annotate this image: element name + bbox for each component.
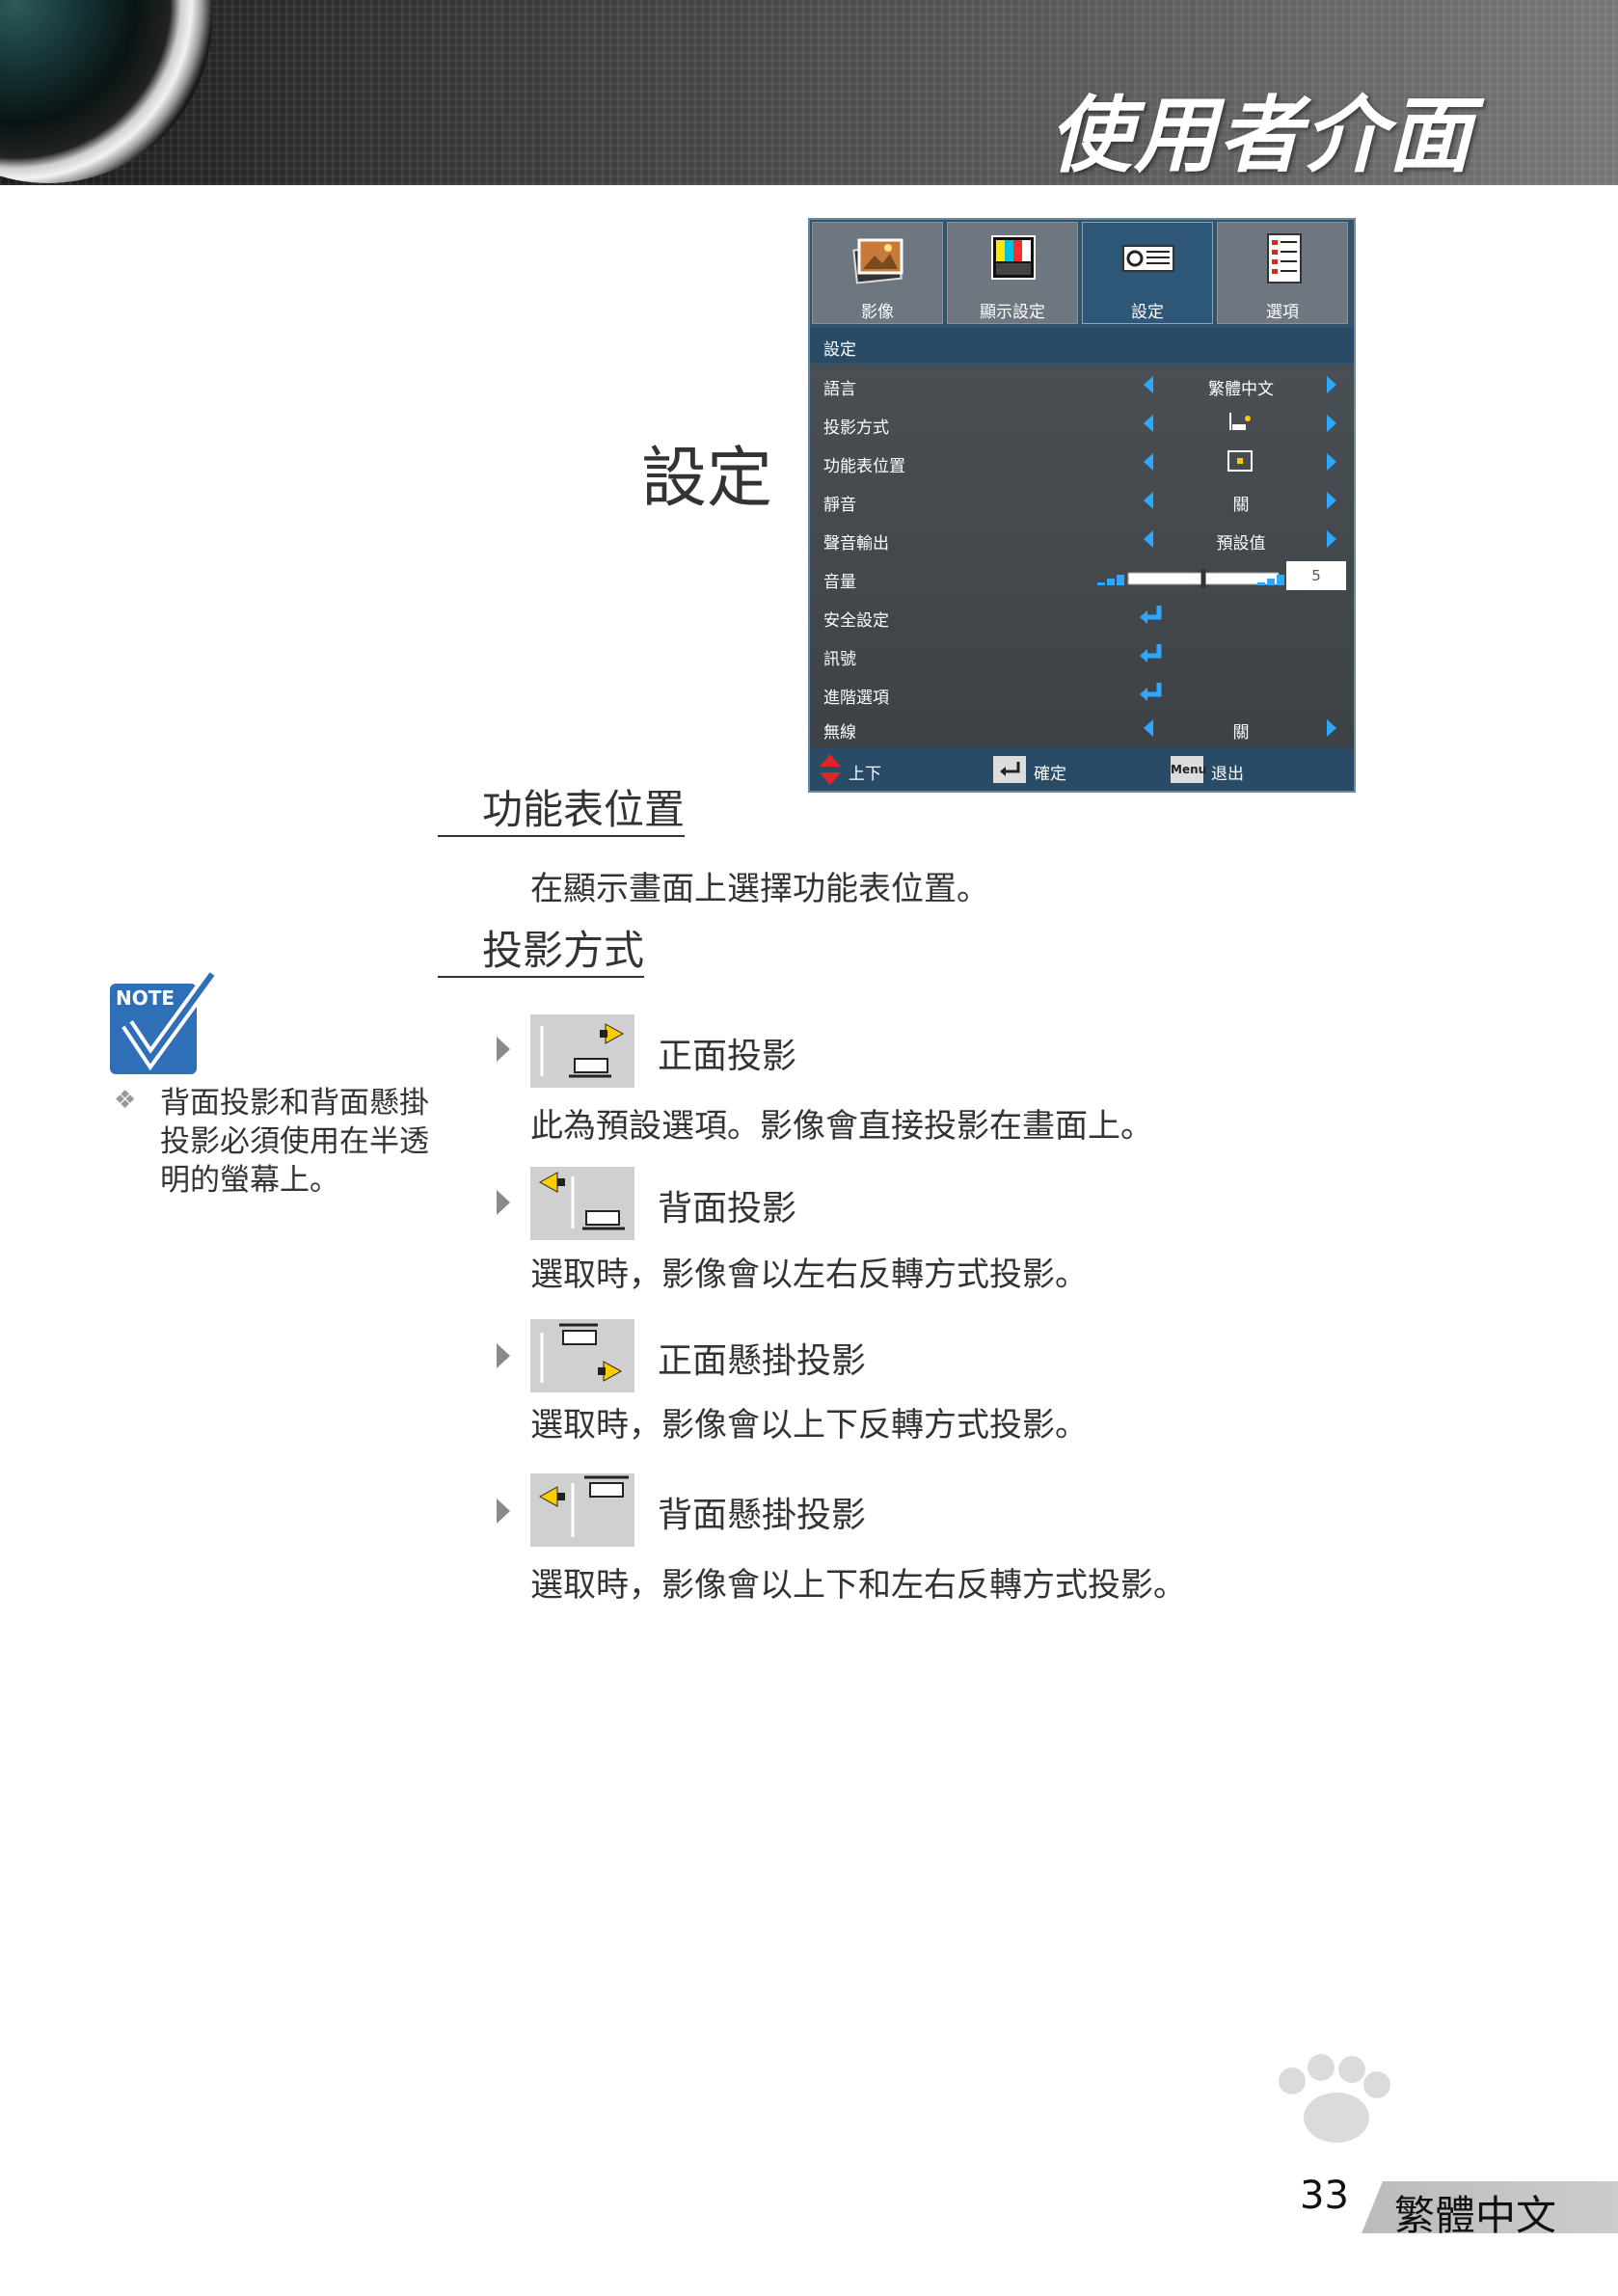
right-arrow-icon[interactable] [1327,453,1336,471]
tab-label: 設定 [1131,303,1164,322]
osd-row-projection[interactable]: 投影方式 [810,405,1354,442]
option-bullet-icon [497,1343,510,1368]
osd-tab-bar: 影像 顯示設定 設定 選項 [810,220,1354,326]
enter-icon[interactable] [1138,681,1165,706]
tab-setup[interactable]: 設定 [1082,222,1213,324]
rear-projection-icon [530,1167,634,1240]
right-arrow-icon[interactable] [1327,530,1336,548]
option-bullet-icon [497,1190,510,1215]
front-projection-icon [530,1014,634,1088]
page-number: 33 [1300,2174,1349,2218]
footer-exit-label: 退出 [1211,765,1244,784]
osd-row-security[interactable]: 安全設定 [810,598,1354,635]
osd-row-label: 功能表位置 [823,457,905,476]
left-arrow-icon[interactable] [1144,492,1153,509]
option-bullet-icon [497,1499,510,1524]
projector-setup-icon [1122,245,1174,272]
osd-row-label: 音量 [823,573,856,592]
left-arrow-icon[interactable] [1144,719,1153,737]
left-arrow-icon[interactable] [1144,530,1153,548]
option-label-front: 正面投影 [658,1037,797,1076]
menu-position-icon [1227,450,1253,472]
image-icon [852,238,903,284]
osd-row-label: 進階選項 [823,689,889,708]
osd-menu-body: 語言 繁體中文 投影方式 功能表位置 靜音 關 聲音輸出 預設值 音量 5 安全… [810,365,1354,750]
note-checkmark-icon: NOTE [110,970,216,1074]
enter-icon[interactable] [1138,604,1165,629]
left-arrow-icon[interactable] [1144,376,1153,393]
tab-options[interactable]: 選項 [1217,222,1348,324]
updown-arrow-icon [820,754,841,785]
osd-row-language[interactable]: 語言 繁體中文 [810,366,1354,403]
option-description-front: 此為預設選項。影像會直接投影在畫面上。 [530,1107,1153,1146]
menu-key-icon: Menu [1171,756,1206,783]
osd-row-audio-output[interactable]: 聲音輸出 預設值 [810,521,1354,557]
page-title: 使用者介面 [1049,88,1473,184]
osd-row-label: 語言 [823,380,856,399]
projection-heading: 投影方式 [438,926,645,978]
note-icon-label: NOTE [116,986,175,1010]
note-text: 背面投影和背面懸掛投影必須使用在半透明的螢幕上。 [160,1086,429,1198]
osd-row-value: 關 [1232,723,1250,743]
menu-position-description: 在顯示畫面上選擇功能表位置。 [530,870,989,908]
osd-row-signal[interactable]: 訊號 [810,636,1354,673]
right-arrow-icon[interactable] [1327,376,1336,393]
osd-row-value: 預設值 [1216,534,1266,554]
right-arrow-icon[interactable] [1327,492,1336,509]
menu-position-heading: 功能表位置 [438,785,686,837]
osd-row-label: 投影方式 [823,419,889,438]
osd-row-advanced[interactable]: 進階選項 [810,675,1354,712]
footer-language: 繁體中文 [1394,2192,1557,2239]
right-arrow-icon[interactable] [1327,415,1336,432]
tab-image[interactable]: 影像 [812,222,943,324]
option-description-rear-ceiling: 選取時，影像會以上下和左右反轉方式投影。 [530,1566,1186,1605]
enter-icon[interactable] [1138,642,1165,667]
osd-row-wireless[interactable]: 無線 關 [810,710,1354,746]
note-bullet-icon: ❖ [114,1086,137,1115]
tab-label: 顯示設定 [980,303,1045,322]
osd-menu-screenshot: 影像 顯示設定 設定 選項 設定 語言 繁體中文 投影方式 功能表位置 靜音 關… [808,218,1356,793]
osd-title: 設定 [823,340,856,360]
front-ceiling-projection-icon [530,1319,634,1392]
footer-updown-label: 上下 [849,765,881,784]
osd-title-bar: 設定 [810,328,1354,363]
footer-enter-label: 確定 [1034,765,1066,784]
tab-label: 影像 [861,303,894,322]
osd-row-mute[interactable]: 靜音 關 [810,482,1354,519]
left-arrow-icon[interactable] [1144,453,1153,471]
option-description-front-ceiling: 選取時，影像會以上下反轉方式投影。 [530,1406,1088,1445]
osd-row-label: 無線 [823,723,856,743]
option-label-rear: 背面投影 [658,1189,797,1229]
left-arrow-icon[interactable] [1144,415,1153,432]
osd-row-label: 靜音 [823,496,856,515]
osd-row-value: 繁體中文 [1208,380,1274,399]
rear-ceiling-projection-icon [530,1473,634,1547]
option-bullet-icon [497,1037,510,1062]
projection-mode-icon [1229,413,1251,430]
option-label-front-ceiling: 正面懸掛投影 [658,1341,867,1381]
tab-display-settings[interactable]: 顯示設定 [947,222,1078,324]
right-arrow-icon[interactable] [1327,719,1336,737]
volume-knob[interactable] [1200,569,1206,588]
tab-label: 選項 [1266,303,1299,322]
page-header: 使用者介面 [0,0,1618,185]
osd-row-value: 關 [1232,496,1250,515]
enter-key-icon [993,756,1026,783]
option-label-rear-ceiling: 背面懸掛投影 [658,1496,867,1535]
osd-footer: 上下 確定 Menu 退出 [810,748,1354,791]
options-list-icon [1267,233,1302,284]
osd-row-menu-position[interactable]: 功能表位置 [810,444,1354,480]
display-settings-icon [991,235,1036,280]
osd-row-label: 訊號 [823,650,856,669]
osd-row-label: 安全設定 [823,611,889,631]
volume-value: 5 [1286,561,1346,590]
option-description-rear: 選取時，影像會以左右反轉方式投影。 [530,1256,1088,1294]
osd-row-volume[interactable]: 音量 5 [810,559,1354,596]
section-heading: 設定 [641,441,773,517]
osd-row-label: 聲音輸出 [823,534,889,554]
